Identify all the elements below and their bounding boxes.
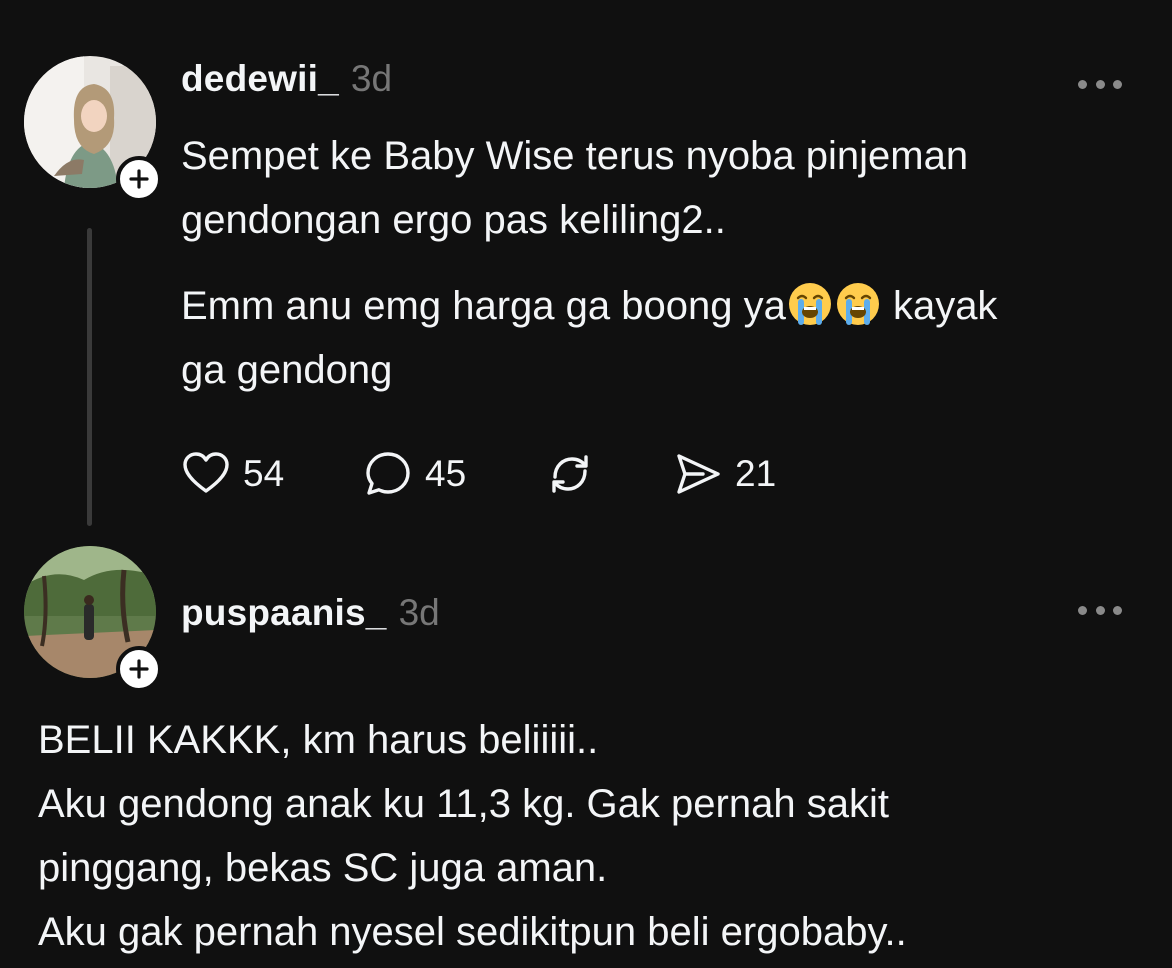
- avatar-container[interactable]: [24, 56, 162, 202]
- dot: [1113, 605, 1122, 615]
- thread-connector-line: [87, 228, 92, 526]
- text-segment: Emm anu emg harga ga boong ya: [181, 284, 786, 328]
- post-text: BELII KAKKK, km harus beliiiii.. Aku gen…: [38, 718, 907, 954]
- timestamp: 3d: [350, 58, 393, 99]
- reply-count: 45: [425, 453, 467, 494]
- timestamp: 3d: [398, 592, 440, 633]
- post-text-paragraph: Sempet ke Baby Wise terus nyoba pinjeman…: [181, 134, 969, 242]
- dot: [1095, 79, 1105, 89]
- comment-icon: [366, 452, 410, 495]
- loudly-crying-face-emoji: [836, 283, 879, 325]
- post-header: dedewii_ 3d: [181, 58, 392, 100]
- like-button[interactable]: 54: [181, 442, 284, 506]
- username[interactable]: puspaanis_: [181, 592, 387, 634]
- plus-icon: [129, 169, 149, 189]
- dot: [1078, 79, 1087, 89]
- thread-post: puspaanis_ 3d BELII KAKKK, km harus beli…: [0, 530, 1172, 968]
- follow-button[interactable]: [116, 646, 162, 692]
- repost-icon: [552, 455, 588, 493]
- plus-icon: [129, 659, 149, 679]
- repost-button[interactable]: [545, 442, 595, 506]
- more-options-icon[interactable]: [1078, 74, 1122, 94]
- username[interactable]: dedewii_: [181, 58, 339, 100]
- reply-button[interactable]: 45: [363, 442, 466, 506]
- follow-button[interactable]: [116, 156, 162, 202]
- thread-post: dedewii_ 3d Sempet ke Baby Wise terus ny…: [0, 0, 1172, 530]
- like-count: 54: [243, 453, 285, 494]
- share-button[interactable]: 21: [673, 442, 776, 506]
- dot: [1113, 79, 1122, 89]
- dot: [1095, 605, 1105, 615]
- more-options-icon[interactable]: [1078, 600, 1122, 620]
- send-icon: [677, 454, 720, 494]
- post-text-paragraph: Emm anu emg harga ga boong ya kayak ga g…: [181, 274, 1141, 402]
- heart-icon: [183, 452, 229, 493]
- loudly-crying-face-emoji: [788, 283, 831, 325]
- post-header: puspaanis_ 3d: [181, 592, 440, 634]
- share-count: 21: [735, 453, 777, 494]
- dot: [1078, 605, 1087, 615]
- avatar-container[interactable]: [24, 546, 162, 692]
